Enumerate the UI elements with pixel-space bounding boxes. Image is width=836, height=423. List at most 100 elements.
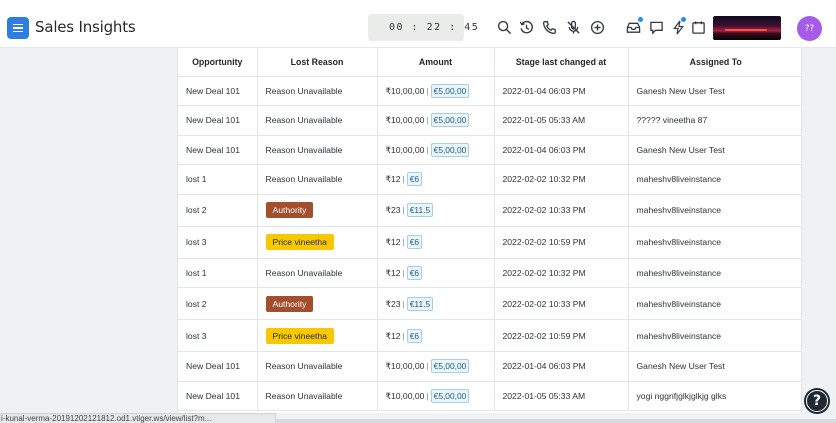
cell-assigned-to: Ganesh New User Test	[628, 135, 801, 165]
amount-separator: |	[402, 205, 405, 215]
cell-opportunity[interactable]: lost 2	[178, 194, 258, 227]
amount-separator: |	[426, 85, 429, 96]
cell-lost-reason: Reason Unavailable	[257, 381, 378, 411]
avatar[interactable]: ??	[797, 16, 822, 41]
cell-amount: ₹23 | €11.5	[377, 194, 495, 227]
amount-value: ₹10,00,00	[385, 85, 425, 96]
cell-amount: ₹12 | €6	[377, 319, 495, 352]
cell-stage-changed: 2022-02-02 10:33 PM	[494, 194, 629, 227]
cell-stage-changed: 2022-02-02 10:32 PM	[494, 164, 629, 195]
amount-separator: |	[426, 144, 429, 155]
add-circle-icon[interactable]	[590, 20, 605, 35]
table-row[interactable]: New Deal 101 Reason Unavailable ₹10,00,00 |…	[178, 105, 801, 136]
history-icon[interactable]	[519, 20, 534, 35]
lost-reason-tag: Authority	[265, 295, 314, 312]
horizontal-scrollbar[interactable]	[276, 419, 836, 423]
cell-lost-reason: Reason Unavailable	[257, 76, 378, 106]
converted-amount-badge: €11.5	[406, 296, 434, 311]
cell-opportunity[interactable]: lost 3	[178, 226, 258, 259]
cell-stage-changed: 2022-01-05 05:33 AM	[494, 381, 629, 411]
amount-value: ₹10,00,00	[385, 390, 425, 401]
cell-stage-changed: 2022-02-02 10:59 PM	[494, 319, 629, 352]
cell-lost-reason: Price vineetha	[257, 226, 378, 259]
converted-amount-badge: €6	[406, 328, 423, 343]
cell-amount: ₹10,00,00 | €5,00,00	[377, 135, 495, 165]
search-icon[interactable]	[497, 20, 512, 35]
table-row[interactable]: lost 1 Reason Unavailable ₹12 | €6 2022-02-02…	[178, 164, 801, 195]
cell-stage-changed: 2022-01-04 06:03 PM	[494, 76, 629, 106]
calendar-icon[interactable]	[691, 20, 706, 35]
amount-separator: |	[402, 237, 405, 247]
amount-value: ₹12	[385, 174, 401, 185]
cell-assigned-to: Ganesh New User Test	[628, 76, 801, 106]
cell-assigned-to: Ganesh New User Test	[628, 351, 801, 382]
cell-stage-changed: 2022-02-02 10:59 PM	[494, 226, 629, 259]
inbox-icon[interactable]	[626, 20, 641, 35]
amount-value: ₹10,00,00	[385, 115, 425, 126]
amount-separator: |	[426, 361, 429, 372]
cell-opportunity[interactable]: lost 3	[178, 319, 258, 352]
table-row[interactable]: lost 3 Price vineetha ₹12 | €6 2022-02-02 10:…	[178, 226, 801, 259]
converted-amount-badge: €5,00,00	[430, 142, 470, 157]
cell-stage-changed: 2022-02-02 10:33 PM	[494, 287, 629, 320]
table-row[interactable]: New Deal 101 Reason Unavailable ₹10,00,00 |…	[178, 351, 801, 382]
cell-amount: ₹10,00,00 | €5,00,00	[377, 105, 495, 136]
table-row[interactable]: New Deal 101 Reason Unavailable ₹10,00,00 |…	[178, 381, 801, 411]
table-row[interactable]: lost 1 Reason Unavailable ₹12 | €6 2022-02-02…	[178, 258, 801, 288]
table-row[interactable]: lost 2 Authority ₹23 | €11.5 2022-02-02 10:33…	[178, 194, 801, 227]
cell-amount: ₹12 | €6	[377, 226, 495, 259]
converted-amount-badge: €5,00,00	[430, 359, 470, 374]
chat-icon[interactable]	[649, 20, 664, 35]
column-header-stage-changed[interactable]: Stage last changed at	[494, 48, 629, 77]
cell-opportunity[interactable]: New Deal 101	[178, 105, 258, 136]
cell-lost-reason: Authority	[257, 194, 378, 227]
lightning-icon[interactable]	[671, 20, 686, 35]
cell-assigned-to: maheshv8liveinstance	[628, 164, 801, 195]
table-body: New Deal 101 Reason Unavailable ₹10,00,00 |…	[178, 76, 801, 411]
amount-value: ₹10,00,00	[385, 144, 425, 155]
mic-off-icon[interactable]	[566, 20, 581, 35]
column-header-amount[interactable]: Amount	[377, 48, 495, 77]
converted-amount-badge: €6	[406, 265, 423, 280]
table-row[interactable]: lost 2 Authority ₹23 | €11.5 2022-02-02 10:33…	[178, 287, 801, 320]
cell-opportunity[interactable]: lost 2	[178, 287, 258, 320]
column-header-opportunity[interactable]: Opportunity	[178, 48, 258, 77]
call-timer[interactable]: 00 : 22 : 45	[368, 14, 478, 41]
cell-opportunity[interactable]: New Deal 101	[178, 76, 258, 106]
column-header-assigned-to[interactable]: Assigned To	[628, 48, 801, 77]
cell-assigned-to: maheshv8liveinstance	[628, 226, 801, 259]
cell-assigned-to: ????? vineetha 87	[628, 105, 801, 136]
cell-lost-reason: Reason Unavailable	[257, 351, 378, 382]
cell-amount: ₹12 | €6	[377, 258, 495, 288]
phone-icon[interactable]	[542, 20, 557, 35]
timer-value: 00 : 22 : 45	[389, 22, 480, 33]
menu-icon[interactable]	[7, 17, 29, 39]
amount-value: ₹12	[385, 330, 401, 341]
status-bar-url: i-kunal-verma-20191202121812.od1.vtiger.…	[0, 413, 276, 423]
cell-lost-reason: Reason Unavailable	[257, 258, 378, 288]
amount-separator: |	[402, 267, 405, 278]
cell-opportunity[interactable]: lost 1	[178, 258, 258, 288]
amount-value: ₹12	[385, 237, 401, 247]
cell-opportunity[interactable]: lost 1	[178, 164, 258, 195]
page-title: Sales Insights	[35, 18, 136, 36]
cell-opportunity[interactable]: New Deal 101	[178, 351, 258, 382]
notification-dot	[681, 17, 686, 22]
table-row[interactable]: New Deal 101 Reason Unavailable ₹10,00,00 |…	[178, 76, 801, 106]
help-button[interactable]: ?	[804, 388, 830, 414]
lost-reason-tag: Price vineetha	[265, 327, 334, 344]
cell-opportunity[interactable]: New Deal 101	[178, 381, 258, 411]
table-row[interactable]: New Deal 101 Reason Unavailable ₹10,00,00 |…	[178, 135, 801, 165]
cell-lost-reason: Price vineetha	[257, 319, 378, 352]
cell-opportunity[interactable]: New Deal 101	[178, 135, 258, 165]
converted-amount-badge: €6	[406, 235, 423, 249]
converted-amount-badge: €5,00,00	[430, 113, 470, 128]
lost-reason-tag: Price vineetha	[265, 234, 334, 250]
converted-amount-badge: €6	[406, 172, 423, 187]
column-header-lost-reason[interactable]: Lost Reason	[257, 48, 378, 77]
table-row[interactable]: lost 3 Price vineetha ₹12 | €6 2022-02-02 10:…	[178, 319, 801, 352]
cell-lost-reason: Reason Unavailable	[257, 135, 378, 165]
cell-lost-reason: Authority	[257, 287, 378, 320]
lost-deals-table: Opportunity Lost Reason Amount Stage las…	[177, 48, 802, 413]
cell-assigned-to: maheshv8liveinstance	[628, 287, 801, 320]
